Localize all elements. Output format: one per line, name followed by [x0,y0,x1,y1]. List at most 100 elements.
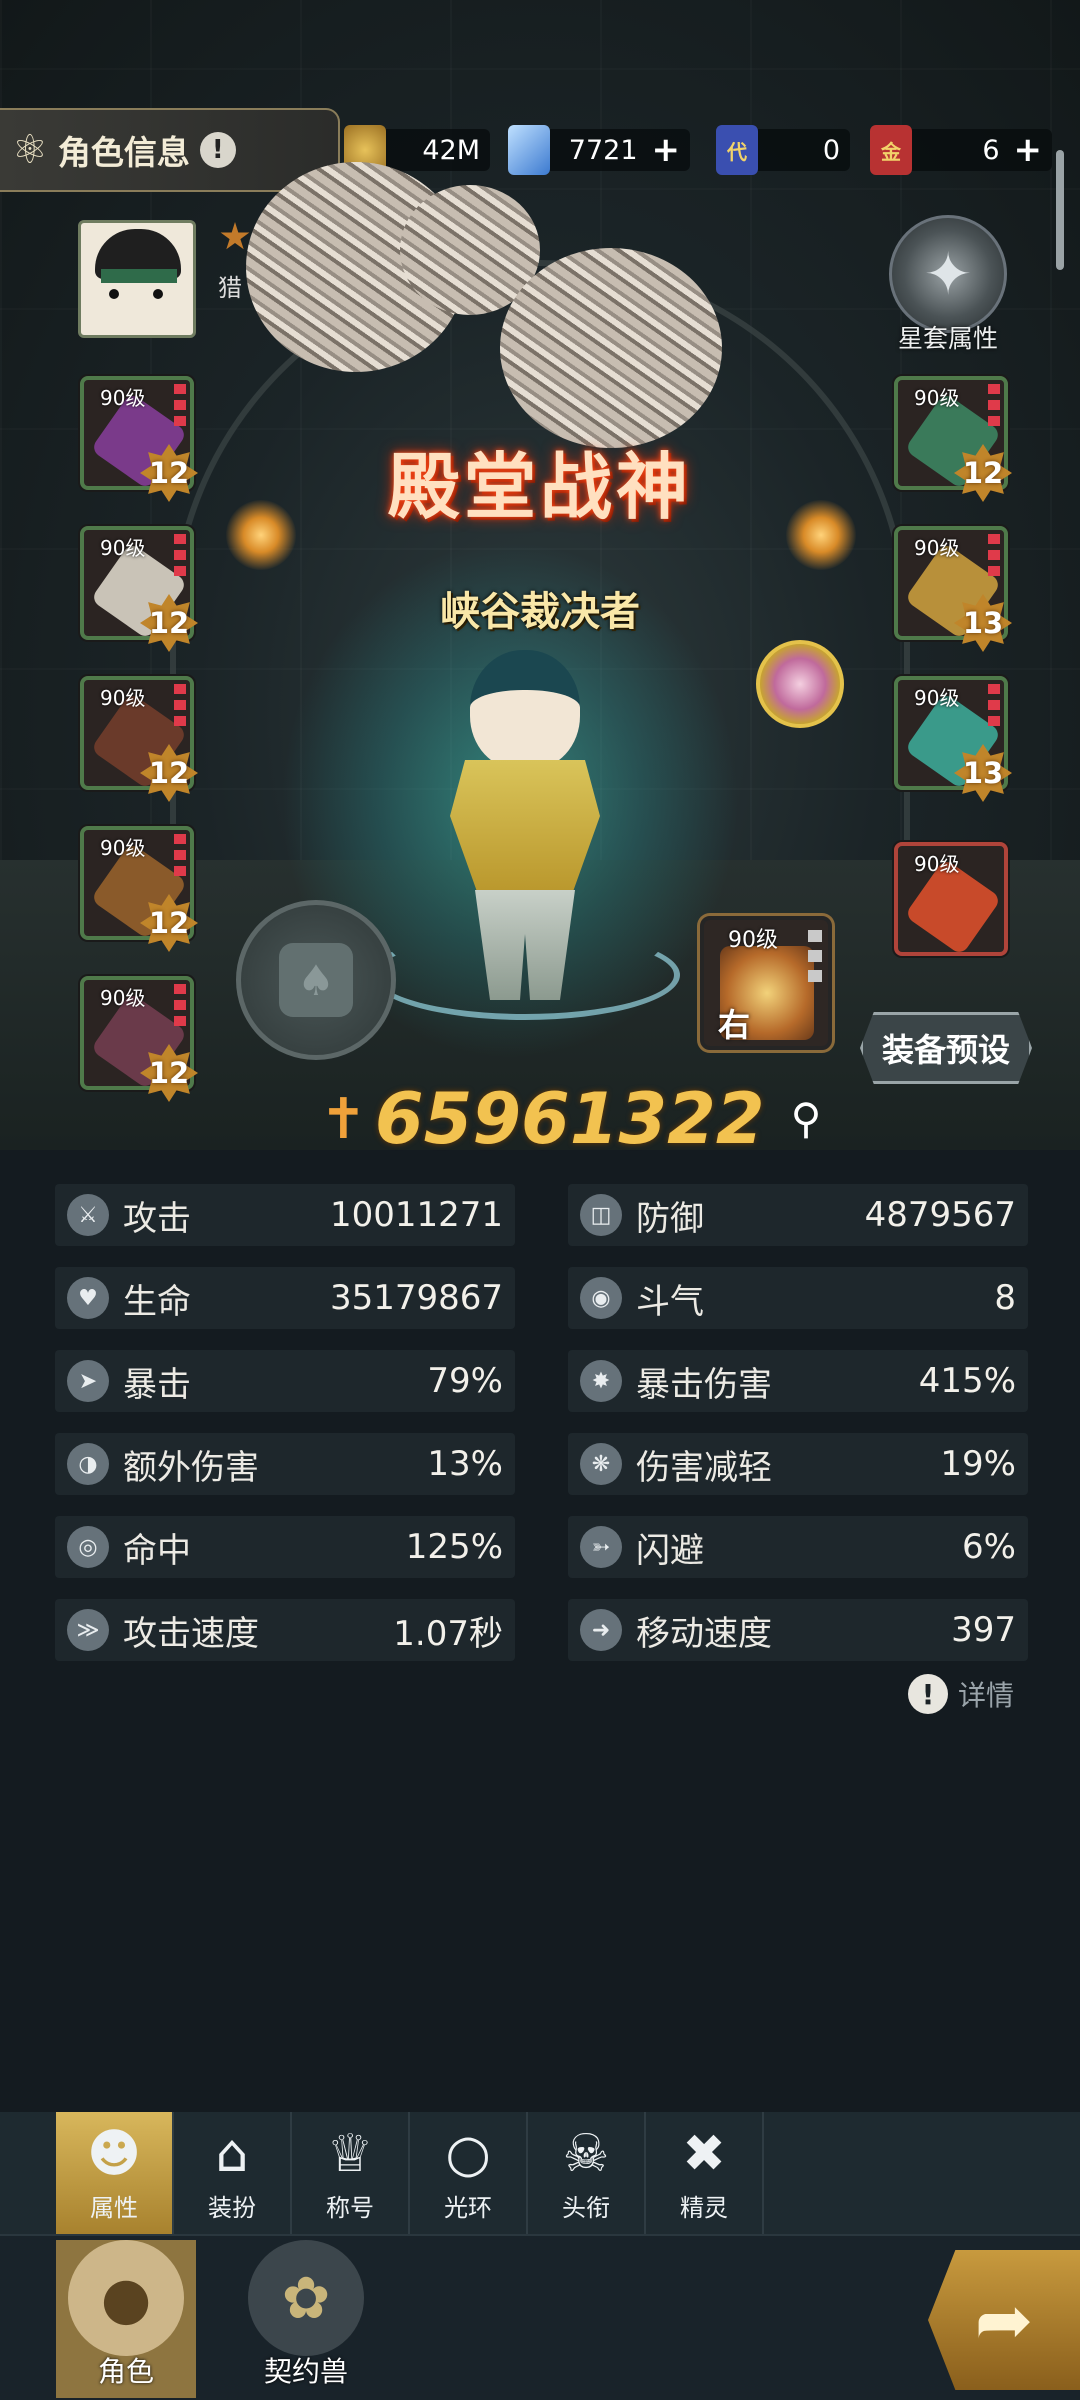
socket-gems [174,984,186,1028]
info-icon: ! [908,1674,948,1714]
combat-power: ✝ 65961322 [320,1074,780,1164]
wing-slot-empty[interactable]: ♠ [236,900,396,1060]
title-plate: ⚛ 角色信息 ! [0,108,340,192]
tab-label: 装扮 [208,2193,256,2222]
equip-slot-helmet[interactable]: 90级 12 [80,376,198,502]
enhance-badge: 12 [140,1044,198,1102]
tab-titles[interactable]: ♕ 称号 [292,2112,410,2234]
stat-label: 伤害减轻 [636,1447,772,1488]
nav-contract-beast[interactable]: ✿ 契约兽 [236,2240,376,2398]
details-label: 详情 [958,1679,1015,1712]
stat-value: 19% [940,1444,1016,1484]
equip-slot-weapon[interactable]: 90级 12 [894,376,1012,502]
enhance-badge: 13 [954,594,1012,652]
stat-label: 生命 [123,1281,191,1322]
enhance-badge: 12 [140,444,198,502]
tab-halo[interactable]: ○ 光环 [410,2112,528,2234]
tab-label: 精灵 [680,2193,728,2222]
voucher-value: 0 [822,134,840,166]
add-diamond-button[interactable]: + [652,130,681,170]
equip-slot-chest[interactable]: 90级 12 [80,676,198,802]
stat-dodge: ➳ 闪避 6% [568,1516,1028,1578]
nav-character[interactable]: ● 角色 [56,2240,196,2398]
crit-damage-icon: ✸ [580,1360,622,1402]
socket-gems [174,834,186,878]
socket-gems [988,684,1000,728]
equip-slot-pants[interactable]: 90级 12 [80,976,198,1102]
attack-speed-icon: ≫ [67,1609,109,1651]
stat-crit-damage: ✸ 暴击伤害 415% [568,1350,1028,1412]
help-icon[interactable]: ! [199,132,236,168]
voucher-card-icon: 代 [716,125,758,175]
diamond-resource: 7721 + [508,125,690,175]
stat-value: 8 [994,1278,1016,1318]
back-arrow-icon: ➦ [974,2279,1034,2361]
tab-spirit[interactable]: ✖ 精灵 [646,2112,764,2234]
stat-label: 移动速度 [636,1613,772,1654]
stat-label: 命中 [123,1530,191,1571]
skull-icon: ☠ [562,2123,610,2184]
hall-of-fame-title: 殿堂战神 [387,444,692,529]
torch-icon [786,500,856,570]
diamond-value: 7721 [568,134,638,166]
stat-move-speed: ➜ 移动速度 397 [568,1599,1028,1661]
enhance-badge: 12 [140,894,198,952]
enhance-badge: 13 [954,744,1012,802]
gold-value: 42M [422,134,480,166]
scrollbar[interactable] [1056,150,1064,270]
equipped-title: 峡谷裁决者 [440,589,640,635]
voucher-resource: 代 0 [716,125,850,175]
damage-reduction-icon: ❋ [580,1443,622,1485]
socket-gems [988,384,1000,428]
back-button[interactable]: ➦ [928,2250,1080,2390]
life-icon: ♥ [67,1277,109,1319]
tab-attributes[interactable]: ☻ 属性 [56,2112,174,2234]
socket-gems [988,534,1000,578]
combat-power-value: 65961322 [374,1078,765,1160]
torch-icon [226,500,296,570]
star-set-button[interactable]: ✦ 星套属性 [884,215,1012,355]
accuracy-icon: ◎ [67,1526,109,1568]
stat-value: 79% [427,1361,503,1401]
stat-crit: ➤ 暴击 79% [55,1350,515,1412]
tab-rank[interactable]: ☠ 头衔 [528,2112,646,2234]
stat-attack-speed: ≫ 攻击速度 1.07秒 [55,1599,515,1661]
attack-icon: ⚔ [67,1194,109,1236]
stat-value: 10011271 [329,1195,503,1235]
equip-level: 90级 [914,852,960,876]
equip-level: 90级 [914,686,960,710]
spirit-icon: ✖ [682,2123,726,2184]
equip-slot-shoulder[interactable]: 90级 12 [80,526,198,652]
equip-slot-ring[interactable]: 90级 [894,842,1008,956]
tab-outfit[interactable]: ⌂ 装扮 [174,2112,292,2234]
stat-damage-reduction: ❋ 伤害减轻 19% [568,1433,1028,1495]
nav-label: 角色 [97,2355,154,2388]
enhance-badge: 12 [140,744,198,802]
stat-fighting-spirit: ◉ 斗气 8 [568,1267,1028,1329]
equip-level: 90级 [914,386,960,410]
details-link[interactable]: ! 详情 [908,1672,1014,1716]
stat-extra-damage: ◑ 额外伤害 13% [55,1433,515,1495]
equip-slot-necklace[interactable]: 90级 13 [894,526,1012,652]
stat-label: 攻击速度 [123,1613,259,1654]
side-accessory-slot[interactable]: 90级 右 [700,916,832,1050]
star-set-label: 星套属性 [897,324,998,353]
enhance-badge: 12 [140,594,198,652]
hero-head [470,650,580,770]
halo-icon: ○ [445,2123,491,2184]
nav-label: 契约兽 [263,2355,348,2388]
pet-orb-icon [756,640,844,728]
hanger-icon: ⌂ [215,2123,249,2184]
companion-pet[interactable] [740,620,860,770]
character-icon: ⚛ [12,127,48,173]
equipment-preset-button[interactable]: 装备预设 [860,1012,1032,1084]
equip-slot-belt[interactable]: 90级 12 [80,826,198,952]
player-avatar[interactable] [78,220,196,338]
gold-card-resource: 金 6 + [870,125,1052,175]
equip-slot-bracelet[interactable]: 90级 13 [894,676,1012,802]
defense-icon: ◫ [580,1194,622,1236]
add-gold-card-button[interactable]: + [1014,130,1043,170]
dodge-icon: ➳ [580,1526,622,1568]
player-name: 猎 [218,274,242,302]
search-icon[interactable]: ⚲ [778,1090,834,1146]
